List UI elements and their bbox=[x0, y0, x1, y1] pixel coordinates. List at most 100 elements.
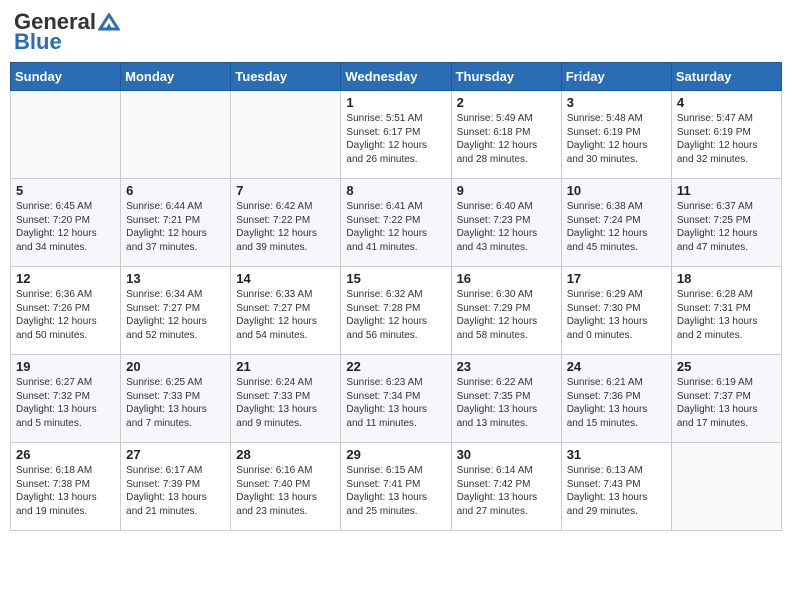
day-number: 28 bbox=[236, 447, 335, 462]
calendar-cell bbox=[231, 91, 341, 179]
day-info: Sunrise: 6:38 AM Sunset: 7:24 PM Dayligh… bbox=[567, 200, 666, 254]
day-info: Sunrise: 5:48 AM Sunset: 6:19 PM Dayligh… bbox=[567, 112, 666, 166]
calendar-cell: 3 Sunrise: 5:48 AM Sunset: 6:19 PM Daylig… bbox=[561, 91, 671, 179]
day-info: Sunrise: 6:17 AM Sunset: 7:39 PM Dayligh… bbox=[126, 464, 225, 518]
day-info: Sunrise: 6:33 AM Sunset: 7:27 PM Dayligh… bbox=[236, 288, 335, 342]
day-number: 10 bbox=[567, 183, 666, 198]
calendar-cell: 15 Sunrise: 6:32 AM Sunset: 7:28 PM Dayli… bbox=[341, 267, 451, 355]
day-number: 2 bbox=[457, 95, 556, 110]
calendar-cell: 9 Sunrise: 6:40 AM Sunset: 7:23 PM Daylig… bbox=[451, 179, 561, 267]
day-info: Sunrise: 6:36 AM Sunset: 7:26 PM Dayligh… bbox=[16, 288, 115, 342]
day-info: Sunrise: 6:32 AM Sunset: 7:28 PM Dayligh… bbox=[346, 288, 445, 342]
calendar-table: SundayMondayTuesdayWednesdayThursdayFrid… bbox=[10, 62, 782, 531]
day-number: 11 bbox=[677, 183, 776, 198]
calendar-cell bbox=[671, 443, 781, 531]
day-number: 20 bbox=[126, 359, 225, 374]
calendar-cell: 7 Sunrise: 6:42 AM Sunset: 7:22 PM Daylig… bbox=[231, 179, 341, 267]
calendar-cell: 27 Sunrise: 6:17 AM Sunset: 7:39 PM Dayli… bbox=[121, 443, 231, 531]
day-info: Sunrise: 6:45 AM Sunset: 7:20 PM Dayligh… bbox=[16, 200, 115, 254]
day-number: 3 bbox=[567, 95, 666, 110]
calendar-cell: 30 Sunrise: 6:14 AM Sunset: 7:42 PM Dayli… bbox=[451, 443, 561, 531]
calendar-cell: 22 Sunrise: 6:23 AM Sunset: 7:34 PM Dayli… bbox=[341, 355, 451, 443]
calendar-cell: 6 Sunrise: 6:44 AM Sunset: 7:21 PM Daylig… bbox=[121, 179, 231, 267]
logo-icon bbox=[98, 13, 120, 31]
day-number: 27 bbox=[126, 447, 225, 462]
calendar-cell: 1Sunrise: 5:51 AM Sunset: 6:17 PM Daylig… bbox=[341, 91, 451, 179]
day-number: 15 bbox=[346, 271, 445, 286]
calendar-cell bbox=[121, 91, 231, 179]
day-info: Sunrise: 6:24 AM Sunset: 7:33 PM Dayligh… bbox=[236, 376, 335, 430]
day-info: Sunrise: 6:21 AM Sunset: 7:36 PM Dayligh… bbox=[567, 376, 666, 430]
calendar-cell: 8 Sunrise: 6:41 AM Sunset: 7:22 PM Daylig… bbox=[341, 179, 451, 267]
day-number: 23 bbox=[457, 359, 556, 374]
day-number: 14 bbox=[236, 271, 335, 286]
day-number: 26 bbox=[16, 447, 115, 462]
day-info: Sunrise: 6:28 AM Sunset: 7:31 PM Dayligh… bbox=[677, 288, 776, 342]
day-info: Sunrise: 6:22 AM Sunset: 7:35 PM Dayligh… bbox=[457, 376, 556, 430]
day-number: 5 bbox=[16, 183, 115, 198]
calendar-cell: 24 Sunrise: 6:21 AM Sunset: 7:36 PM Dayli… bbox=[561, 355, 671, 443]
calendar-cell: 26Sunrise: 6:18 AM Sunset: 7:38 PM Dayli… bbox=[11, 443, 121, 531]
calendar-cell: 13Sunrise: 6:34 AM Sunset: 7:27 PM Dayli… bbox=[121, 267, 231, 355]
day-info: Sunrise: 6:14 AM Sunset: 7:42 PM Dayligh… bbox=[457, 464, 556, 518]
calendar-cell: 17 Sunrise: 6:29 AM Sunset: 7:30 PM Dayli… bbox=[561, 267, 671, 355]
calendar-cell: 29 Sunrise: 6:15 AM Sunset: 7:41 PM Dayli… bbox=[341, 443, 451, 531]
day-number: 17 bbox=[567, 271, 666, 286]
day-number: 22 bbox=[346, 359, 445, 374]
calendar-cell: 12 Sunrise: 6:36 AM Sunset: 7:26 PM Dayli… bbox=[11, 267, 121, 355]
day-info: Sunrise: 5:49 AM Sunset: 6:18 PM Dayligh… bbox=[457, 112, 556, 166]
calendar-cell: 10 Sunrise: 6:38 AM Sunset: 7:24 PM Dayli… bbox=[561, 179, 671, 267]
day-info: Sunrise: 6:15 AM Sunset: 7:41 PM Dayligh… bbox=[346, 464, 445, 518]
day-header-friday: Friday bbox=[561, 63, 671, 91]
day-info: Sunrise: 6:37 AM Sunset: 7:25 PM Dayligh… bbox=[677, 200, 776, 254]
day-info: Sunrise: 6:34 AM Sunset: 7:27 PM Dayligh… bbox=[126, 288, 225, 342]
calendar-cell: 31 Sunrise: 6:13 AM Sunset: 7:43 PM Dayli… bbox=[561, 443, 671, 531]
calendar-cell: 2 Sunrise: 5:49 AM Sunset: 6:18 PM Daylig… bbox=[451, 91, 561, 179]
day-header-thursday: Thursday bbox=[451, 63, 561, 91]
day-header-sunday: Sunday bbox=[11, 63, 121, 91]
day-info: Sunrise: 6:44 AM Sunset: 7:21 PM Dayligh… bbox=[126, 200, 225, 254]
calendar-cell: 23 Sunrise: 6:22 AM Sunset: 7:35 PM Dayli… bbox=[451, 355, 561, 443]
day-number: 7 bbox=[236, 183, 335, 198]
calendar-cell: 4 Sunrise: 5:47 AM Sunset: 6:19 PM Daylig… bbox=[671, 91, 781, 179]
day-info: Sunrise: 5:47 AM Sunset: 6:19 PM Dayligh… bbox=[677, 112, 776, 166]
calendar-cell: 28 Sunrise: 6:16 AM Sunset: 7:40 PM Dayli… bbox=[231, 443, 341, 531]
calendar-cell: 5 Sunrise: 6:45 AM Sunset: 7:20 PM Daylig… bbox=[11, 179, 121, 267]
day-info: Sunrise: 6:40 AM Sunset: 7:23 PM Dayligh… bbox=[457, 200, 556, 254]
day-number: 31 bbox=[567, 447, 666, 462]
day-info: Sunrise: 6:16 AM Sunset: 7:40 PM Dayligh… bbox=[236, 464, 335, 518]
day-info: Sunrise: 6:19 AM Sunset: 7:37 PM Dayligh… bbox=[677, 376, 776, 430]
day-info: Sunrise: 6:42 AM Sunset: 7:22 PM Dayligh… bbox=[236, 200, 335, 254]
day-info: Sunrise: 6:23 AM Sunset: 7:34 PM Dayligh… bbox=[346, 376, 445, 430]
day-number: 12 bbox=[16, 271, 115, 286]
calendar-cell bbox=[11, 91, 121, 179]
calendar-cell: 14 Sunrise: 6:33 AM Sunset: 7:27 PM Dayli… bbox=[231, 267, 341, 355]
day-header-tuesday: Tuesday bbox=[231, 63, 341, 91]
calendar-cell: 16Sunrise: 6:30 AM Sunset: 7:29 PM Dayli… bbox=[451, 267, 561, 355]
day-number: 24 bbox=[567, 359, 666, 374]
day-number: 16 bbox=[457, 271, 556, 286]
day-number: 4 bbox=[677, 95, 776, 110]
day-info: Sunrise: 6:29 AM Sunset: 7:30 PM Dayligh… bbox=[567, 288, 666, 342]
day-info: Sunrise: 6:25 AM Sunset: 7:33 PM Dayligh… bbox=[126, 376, 225, 430]
day-number: 9 bbox=[457, 183, 556, 198]
day-info: Sunrise: 6:41 AM Sunset: 7:22 PM Dayligh… bbox=[346, 200, 445, 254]
page-header: General Blue bbox=[10, 10, 782, 54]
day-info: Sunrise: 5:51 AM Sunset: 6:17 PM Dayligh… bbox=[346, 112, 445, 166]
day-header-wednesday: Wednesday bbox=[341, 63, 451, 91]
day-number: 29 bbox=[346, 447, 445, 462]
day-number: 25 bbox=[677, 359, 776, 374]
day-info: Sunrise: 6:27 AM Sunset: 7:32 PM Dayligh… bbox=[16, 376, 115, 430]
day-info: Sunrise: 6:13 AM Sunset: 7:43 PM Dayligh… bbox=[567, 464, 666, 518]
day-number: 18 bbox=[677, 271, 776, 286]
day-number: 19 bbox=[16, 359, 115, 374]
day-header-saturday: Saturday bbox=[671, 63, 781, 91]
day-number: 8 bbox=[346, 183, 445, 198]
day-number: 6 bbox=[126, 183, 225, 198]
calendar-cell: 18 Sunrise: 6:28 AM Sunset: 7:31 PM Dayli… bbox=[671, 267, 781, 355]
day-number: 30 bbox=[457, 447, 556, 462]
calendar-cell: 20 Sunrise: 6:25 AM Sunset: 7:33 PM Dayli… bbox=[121, 355, 231, 443]
logo: General Blue bbox=[14, 10, 120, 54]
calendar-cell: 19 Sunrise: 6:27 AM Sunset: 7:32 PM Dayli… bbox=[11, 355, 121, 443]
calendar-cell: 25 Sunrise: 6:19 AM Sunset: 7:37 PM Dayli… bbox=[671, 355, 781, 443]
